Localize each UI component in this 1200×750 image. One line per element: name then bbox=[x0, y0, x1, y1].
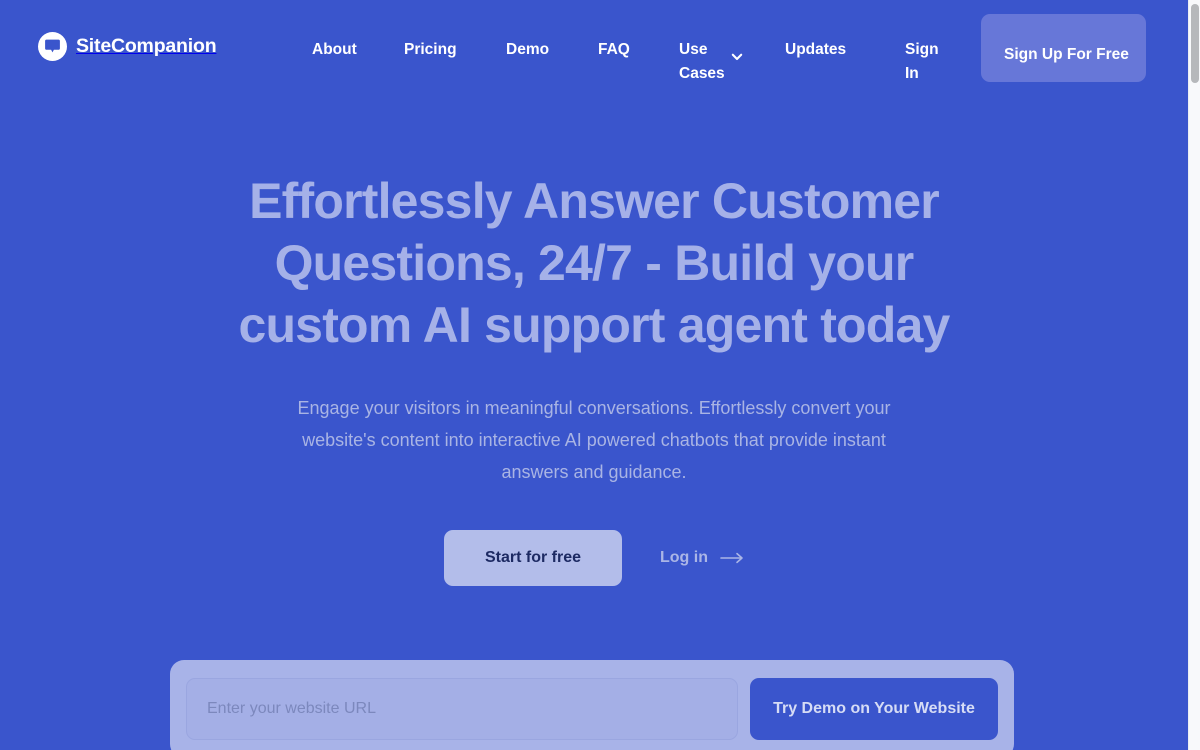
hero-cta-group: Start for free Log in bbox=[0, 530, 1188, 586]
website-url-input[interactable] bbox=[186, 678, 738, 740]
nav-item-faq[interactable]: FAQ bbox=[598, 38, 630, 62]
try-demo-button[interactable]: Try Demo on Your Website bbox=[750, 678, 998, 740]
log-in-link[interactable]: Log in bbox=[660, 549, 744, 567]
arrow-right-icon bbox=[720, 552, 744, 564]
chevron-down-icon[interactable] bbox=[730, 50, 744, 64]
hero-headline: Effortlessly Answer Customer Questions, … bbox=[238, 173, 950, 353]
nav-item-use-cases[interactable]: Use Cases bbox=[679, 38, 725, 86]
hero-section: Effortlessly Answer Customer Questions, … bbox=[0, 95, 1188, 586]
page-viewport: SiteCompanion About Pricing Demo FAQ Use… bbox=[0, 0, 1188, 750]
nav-item-updates[interactable]: Updates bbox=[785, 38, 846, 62]
sign-up-for-free-button[interactable]: Sign Up For Free bbox=[981, 14, 1146, 82]
log-in-label: Log in bbox=[660, 549, 708, 566]
nav-item-demo[interactable]: Demo bbox=[506, 38, 549, 62]
page-scrollbar[interactable] bbox=[1188, 0, 1200, 750]
nav-item-sign-in[interactable]: Sign In bbox=[905, 38, 945, 86]
brand-logo[interactable]: SiteCompanion bbox=[38, 32, 217, 61]
top-navigation-bar: SiteCompanion About Pricing Demo FAQ Use… bbox=[0, 0, 1188, 95]
nav-links: About Pricing Demo FAQ Use Cases Updates… bbox=[300, 12, 1000, 84]
nav-item-about[interactable]: About bbox=[312, 38, 357, 62]
hero-subtitle: Engage your visitors in meaningful conve… bbox=[297, 398, 891, 482]
brand-name: SiteCompanion bbox=[76, 35, 217, 57]
nav-item-pricing[interactable]: Pricing bbox=[404, 38, 457, 62]
demo-form-card: Try Demo on Your Website bbox=[170, 660, 1014, 750]
chat-bubble-icon bbox=[38, 32, 67, 61]
start-for-free-button[interactable]: Start for free bbox=[444, 530, 622, 586]
scrollbar-thumb[interactable] bbox=[1191, 4, 1199, 83]
